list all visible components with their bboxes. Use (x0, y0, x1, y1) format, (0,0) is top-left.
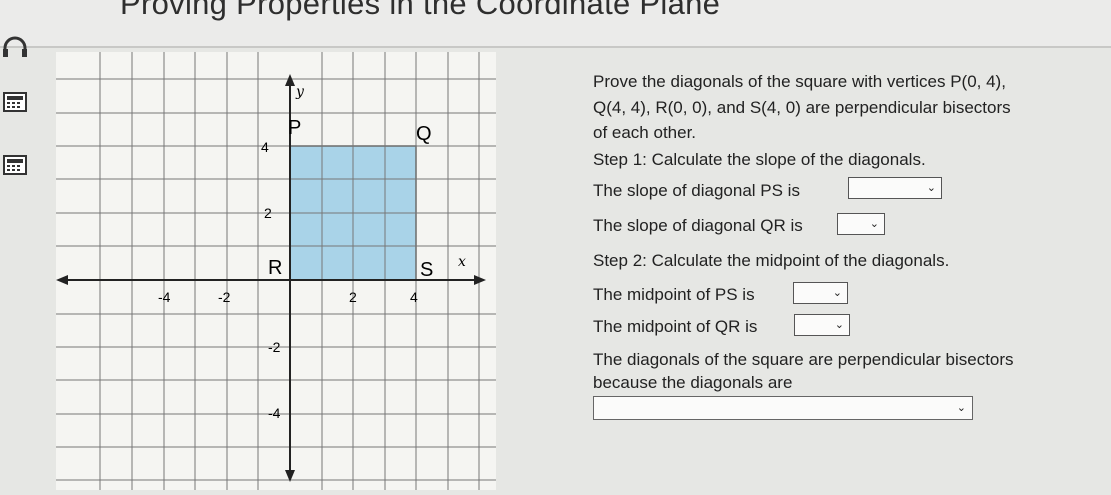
step-2-heading: Step 2: Calculate the midpoint of the di… (593, 251, 950, 270)
graph-svg: y x -4 -2 2 4 4 2 -2 -4 P Q R S (56, 52, 496, 490)
chevron-down-icon: ⌄ (926, 182, 936, 194)
y-axis-label: y (295, 84, 305, 100)
x-axis-arrow-right (474, 275, 486, 285)
point-label-r: R (268, 257, 282, 279)
conclusion-line-2: because the diagonals are (593, 373, 793, 392)
intro-line-2: Q(4, 4), R(0, 0), and S(4, 0) are perpen… (593, 98, 1011, 117)
slope-qr-dropdown[interactable]: ⌄ (837, 213, 885, 235)
point-label-p: P (288, 117, 301, 139)
header-bar: Proving Properties in the Coordinate Pla… (0, 0, 1111, 48)
point-label-s: S (420, 259, 433, 281)
intro-line-3: of each other. (593, 123, 697, 142)
graphing-calculator-icon[interactable] (3, 155, 27, 175)
y-tick-2: 2 (264, 205, 272, 221)
chevron-down-icon: ⌄ (869, 218, 879, 230)
chevron-down-icon: ⌄ (832, 287, 842, 299)
conclusion-dropdown[interactable]: ⌄ (593, 396, 973, 420)
x-axis-arrow-left (56, 275, 68, 285)
slope-ps-dropdown[interactable]: ⌄ (848, 177, 942, 199)
midpoint-qr-label: The midpoint of QR is (593, 317, 758, 336)
slope-qr-label: The slope of diagonal QR is (593, 216, 803, 235)
point-label-q: Q (416, 123, 432, 145)
y-tick-neg2: -2 (268, 339, 281, 355)
midpoint-ps-dropdown[interactable]: ⌄ (793, 282, 848, 304)
chevron-down-icon: ⌄ (956, 402, 966, 414)
y-axis-arrow-up (285, 74, 295, 86)
midpoint-qr-dropdown[interactable]: ⌄ (794, 314, 850, 336)
chevron-down-icon: ⌄ (834, 319, 844, 331)
x-tick-4: 4 (410, 289, 418, 305)
y-tick-4: 4 (261, 139, 269, 155)
page-title: Proving Properties in the Coordinate Pla… (120, 0, 721, 21)
headphones-icon[interactable] (2, 36, 28, 58)
slope-ps-label: The slope of diagonal PS is (593, 181, 800, 200)
y-tick-neg4: -4 (268, 405, 281, 421)
midpoint-ps-label: The midpoint of PS is (593, 285, 755, 304)
x-tick-neg2: -2 (218, 289, 231, 305)
coordinate-graph: y x -4 -2 2 4 4 2 -2 -4 P Q R S (56, 52, 496, 490)
intro-line-1: Prove the diagonals of the square with v… (593, 72, 1006, 91)
calculator-icon[interactable] (3, 92, 27, 112)
x-axis-label: x (458, 254, 466, 270)
x-tick-2: 2 (349, 289, 357, 305)
x-tick-neg4: -4 (158, 289, 171, 305)
step-1-heading: Step 1: Calculate the slope of the diago… (593, 150, 926, 169)
